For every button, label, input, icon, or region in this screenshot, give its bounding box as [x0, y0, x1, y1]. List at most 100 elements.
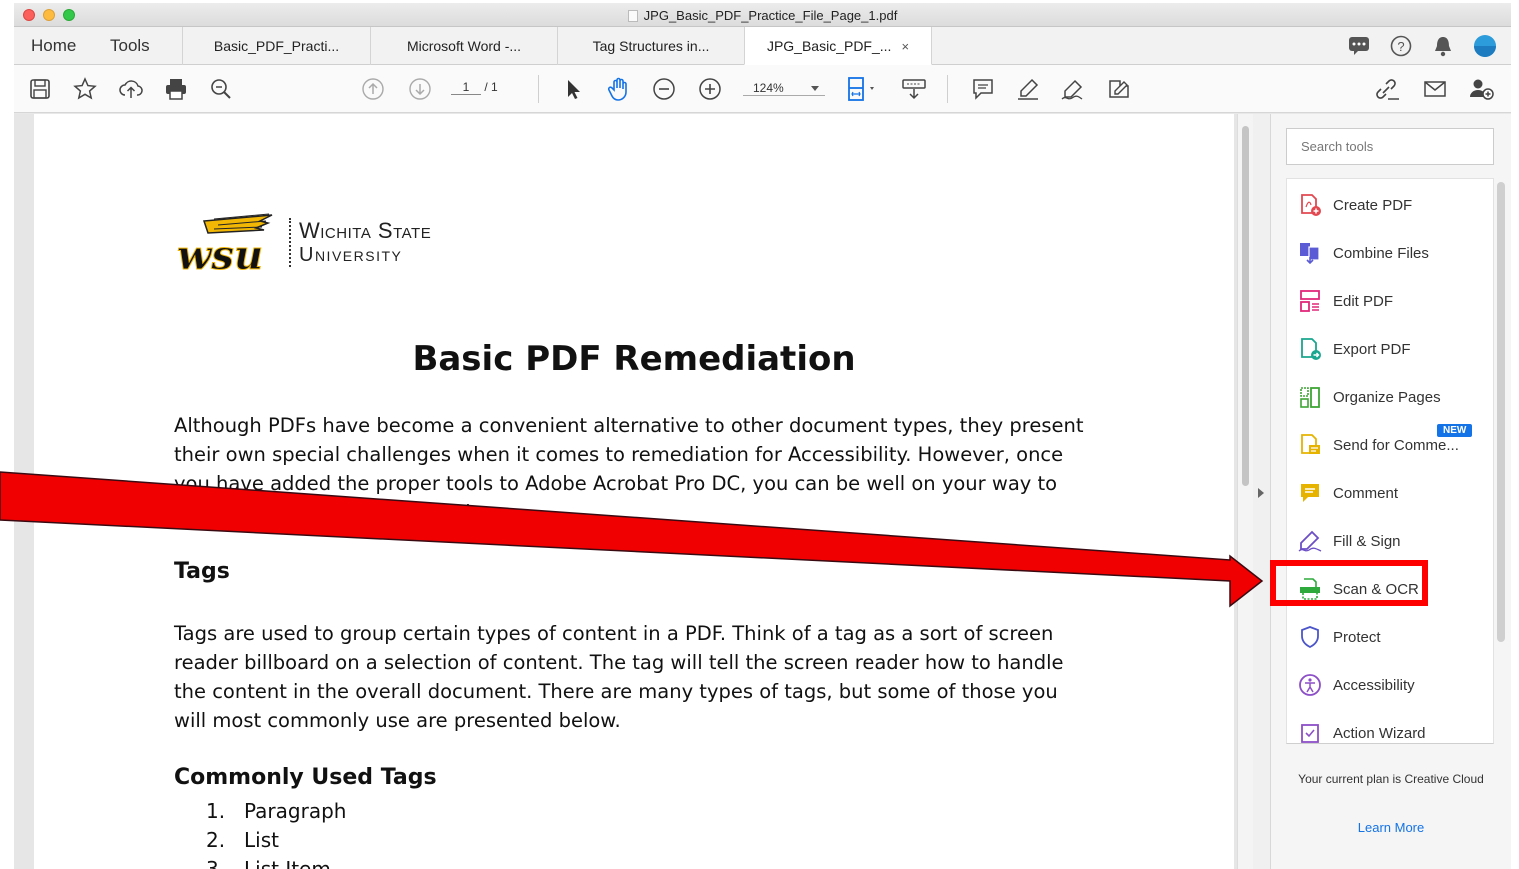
scroll-mode-icon[interactable] — [900, 76, 928, 102]
list-text: List Item — [244, 857, 331, 869]
document-tab[interactable]: Basic_PDF_Practi... — [182, 27, 370, 65]
share-link-icon[interactable] — [1373, 76, 1401, 102]
tool-label: Create PDF — [1333, 196, 1413, 214]
hand-tool-icon[interactable] — [605, 76, 633, 102]
share-edit-icon[interactable] — [1105, 76, 1133, 102]
tool-label: Comment — [1333, 484, 1399, 502]
document-title: Basic PDF Remediation — [412, 339, 856, 379]
tool-action-wizard[interactable]: Action Wizard — [1297, 717, 1487, 743]
common-tags-list: 1. Paragraph 2. List 3. List Item — [206, 797, 346, 869]
pdf-page: wsu Wichita State University Basic PDF R… — [34, 114, 1234, 869]
scrollbar-thumb[interactable] — [1242, 126, 1249, 486]
tool-fill-sign[interactable]: Fill & Sign — [1297, 525, 1487, 557]
window-title: JPG_Basic_PDF_Practice_File_Page_1.pdf — [14, 8, 1511, 23]
list-number: 1. — [206, 799, 226, 823]
document-tab-label: Basic_PDF_Practi... — [213, 38, 340, 54]
zoom-in-icon[interactable] — [696, 76, 724, 102]
wsu-logo: wsu — [174, 209, 274, 280]
main-toolbar: 1 / 1 124% — [14, 65, 1511, 113]
tool-label: Send for Comme... — [1333, 436, 1459, 454]
zoom-level-select[interactable]: 124% — [743, 81, 825, 96]
collapse-arrow-icon[interactable] — [1258, 488, 1264, 498]
page-number-field[interactable]: 1 / 1 — [451, 80, 526, 95]
tool-organize-pages[interactable]: Organize Pages — [1297, 381, 1487, 413]
next-page-icon[interactable] — [406, 76, 434, 102]
document-tab-label: Microsoft Word -... — [406, 38, 522, 54]
list-text: Paragraph — [244, 799, 347, 823]
user-avatar-icon[interactable] — [1473, 34, 1497, 58]
document-tab-active[interactable]: JPG_Basic_PDF_... × — [744, 27, 932, 65]
account-icons: ? — [1347, 34, 1497, 58]
tab-bar: Home Tools Basic_PDF_Practi... Microsoft… — [14, 27, 1511, 65]
title-bar: JPG_Basic_PDF_Practice_File_Page_1.pdf — [14, 3, 1511, 27]
university-name: Wichita State University — [289, 218, 431, 267]
tool-label: Combine Files — [1333, 244, 1429, 262]
comment-icon — [1297, 480, 1323, 506]
list-item: 3. List Item — [206, 855, 346, 869]
bookmark-star-icon[interactable] — [71, 76, 99, 102]
tool-protect[interactable]: Protect — [1297, 621, 1487, 653]
document-tab[interactable]: Tag Structures in... — [557, 27, 744, 65]
fit-page-icon[interactable] — [843, 76, 883, 102]
select-cursor-icon[interactable] — [559, 76, 587, 102]
plan-text: Your current plan is Creative Cloud — [1298, 772, 1484, 786]
sign-icon[interactable] — [1059, 76, 1087, 102]
tool-accessibility[interactable]: Accessibility — [1297, 669, 1487, 701]
fill-sign-icon — [1297, 528, 1323, 554]
university-line-1: Wichita State — [299, 218, 432, 243]
close-tab-icon[interactable]: × — [901, 39, 909, 54]
tool-label: Edit PDF — [1333, 292, 1394, 310]
tool-label: Organize Pages — [1333, 388, 1441, 406]
list-number: 2. — [206, 828, 226, 852]
tool-combine-files[interactable]: Combine Files — [1297, 237, 1487, 269]
edit-pdf-icon — [1297, 288, 1323, 314]
tags-paragraph: Tags are used to group certain types of … — [174, 622, 1064, 732]
tool-label: Action Wizard — [1333, 724, 1426, 742]
add-comment-icon[interactable] — [969, 76, 997, 102]
total-pages: / 1 — [484, 80, 498, 94]
document-area[interactable]: wsu Wichita State University Basic PDF R… — [14, 114, 1237, 869]
print-icon[interactable] — [162, 76, 190, 102]
tools-list: Create PDF Combine Files Edit PDF Export… — [1286, 178, 1494, 744]
messages-icon[interactable] — [1347, 34, 1371, 58]
search-tools-input[interactable]: Search tools — [1286, 128, 1494, 165]
organize-pages-icon — [1297, 384, 1323, 410]
home-tab[interactable]: Home — [31, 36, 76, 56]
tool-label: Accessibility — [1333, 676, 1415, 694]
current-page[interactable]: 1 — [451, 80, 481, 95]
university-line-2: University — [299, 244, 403, 266]
tools-tab[interactable]: Tools — [110, 36, 150, 56]
highlight-pen-icon[interactable] — [1014, 76, 1042, 102]
document-tab-label: Tag Structures in... — [592, 38, 710, 54]
chevron-down-icon — [811, 86, 819, 91]
collapse-panel-handle[interactable] — [1253, 114, 1271, 869]
previous-page-icon[interactable] — [359, 76, 387, 102]
action-wizard-icon — [1297, 720, 1323, 743]
save-icon[interactable] — [26, 76, 54, 102]
notifications-bell-icon[interactable] — [1431, 34, 1455, 58]
zoom-search-icon[interactable] — [207, 76, 235, 102]
document-tab[interactable]: Microsoft Word -... — [370, 27, 557, 65]
tool-export-pdf[interactable]: Export PDF — [1297, 333, 1487, 365]
document-scrollbar[interactable] — [1237, 114, 1253, 869]
tools-scrollbar[interactable] — [1497, 182, 1505, 642]
document-icon — [627, 10, 638, 22]
upload-cloud-icon[interactable] — [117, 76, 145, 102]
add-user-icon[interactable] — [1467, 76, 1495, 102]
email-icon[interactable] — [1421, 76, 1449, 102]
learn-more-link[interactable]: Learn More — [1271, 820, 1511, 835]
tool-comment[interactable]: Comment — [1297, 477, 1487, 509]
list-text: List — [244, 828, 279, 852]
scan-ocr-highlight-box — [1270, 560, 1428, 606]
tool-label: Protect — [1333, 628, 1381, 646]
zoom-out-icon[interactable] — [650, 76, 678, 102]
tool-edit-pdf[interactable]: Edit PDF — [1297, 285, 1487, 317]
help-icon[interactable]: ? — [1389, 34, 1413, 58]
send-for-comment-icon — [1297, 432, 1323, 458]
list-number: 3. — [206, 857, 226, 869]
tool-create-pdf[interactable]: Create PDF — [1297, 189, 1487, 221]
protect-icon — [1297, 624, 1323, 650]
intro-paragraph: Although PDFs have become a convenient a… — [174, 414, 1084, 524]
tools-pane: Search tools Create PDF Combine Files Ed… — [1271, 114, 1511, 869]
document-tab-label: JPG_Basic_PDF_... — [766, 38, 892, 54]
